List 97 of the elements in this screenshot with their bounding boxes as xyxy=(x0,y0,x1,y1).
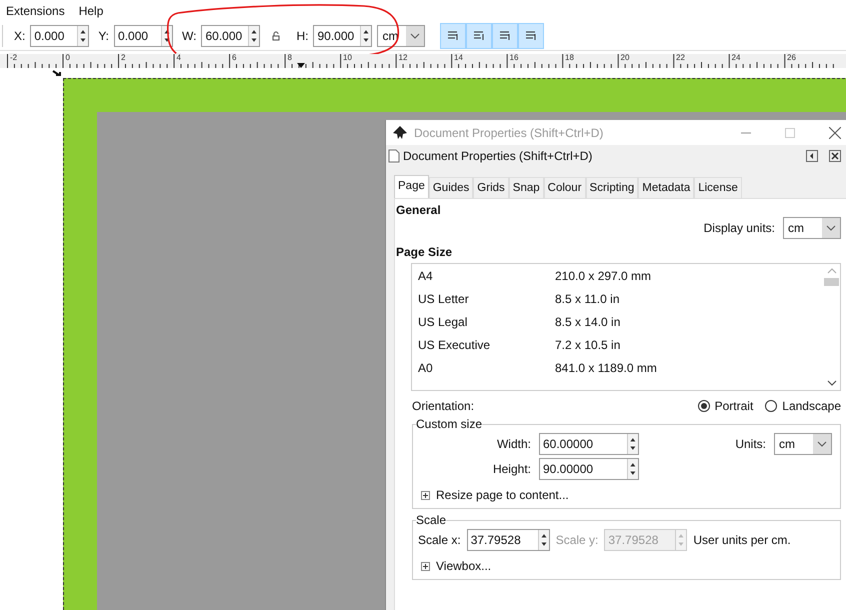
spinner-arrows-icon[interactable] xyxy=(627,459,638,479)
scrollbar-thumb[interactable] xyxy=(824,278,839,286)
number-field[interactable]: 37.79528 xyxy=(466,529,550,551)
units-dropdown[interactable]: cm xyxy=(774,433,832,455)
number-field[interactable]: 60.000 xyxy=(201,25,260,47)
number-field[interactable]: 0.000 xyxy=(30,25,90,47)
ruler-label: 0 xyxy=(64,53,70,62)
expander[interactable]: Resize page to content... xyxy=(421,488,832,502)
align-lines-icon xyxy=(525,31,538,41)
field-label: Height: xyxy=(492,462,531,476)
list-item-size: 210.0 x 297.0 mm xyxy=(555,268,652,282)
app-logo-icon xyxy=(392,124,408,140)
radio-button[interactable] xyxy=(765,400,778,412)
list-item-size: 8.5 x 11.0 in xyxy=(555,292,620,306)
list-item[interactable]: US Letter xyxy=(418,292,555,306)
ruler-label: 26 xyxy=(786,53,796,62)
ruler-label: 10 xyxy=(342,53,352,62)
ruler-label: 16 xyxy=(508,53,518,62)
tab[interactable]: Metadata xyxy=(638,177,694,198)
number-field[interactable]: 90.00000 xyxy=(539,458,639,480)
tab[interactable]: Page xyxy=(394,175,429,198)
position-marker-icon xyxy=(297,63,305,68)
field-label: X: xyxy=(14,29,26,43)
snap-toggle-button[interactable] xyxy=(466,23,492,49)
align-lines-icon xyxy=(447,31,460,41)
ruler-label: 22 xyxy=(675,53,685,62)
list-item-size: 841.0 x 1189.0 mm xyxy=(555,360,657,374)
close-icon[interactable] xyxy=(829,126,841,138)
number-field[interactable]: 90.000 xyxy=(313,25,372,47)
list-item[interactable]: A4 xyxy=(418,268,555,282)
group-title: Scale xyxy=(416,513,446,527)
ruler-label: 8 xyxy=(286,53,292,62)
ruler-label: 12 xyxy=(398,53,408,62)
align-lines-icon xyxy=(473,31,486,41)
resize-arrow-icon xyxy=(52,70,62,78)
snap-toggle-button[interactable] xyxy=(440,23,466,49)
list-item[interactable]: A0 xyxy=(418,360,555,374)
radio-option[interactable]: Landscape xyxy=(765,399,841,413)
field-label: W: xyxy=(182,29,196,43)
spinner-arrows-icon[interactable] xyxy=(538,530,549,550)
spinner-arrows-icon[interactable] xyxy=(627,434,638,454)
section-heading: Page Size xyxy=(395,245,454,259)
ruler-label: 4 xyxy=(176,53,181,62)
ruler-label: 14 xyxy=(453,53,463,62)
spinner-arrows-icon[interactable] xyxy=(360,26,372,46)
radio-option[interactable]: Portrait xyxy=(698,399,754,413)
plus-box-icon xyxy=(421,490,430,500)
chevron-down-icon xyxy=(817,441,827,447)
field-label: Scale y: xyxy=(556,533,598,547)
units-note: User units per cm. xyxy=(693,533,791,547)
display-units-dropdown[interactable]: cm xyxy=(783,217,841,239)
expander[interactable]: Viewbox... xyxy=(421,559,832,573)
lock-icon[interactable] xyxy=(271,31,282,41)
ruler-label: 2 xyxy=(120,53,126,62)
spinner-arrows-icon[interactable] xyxy=(77,26,88,46)
tab[interactable]: Grids xyxy=(473,177,509,198)
list-item-size: 7.2 x 10.5 in xyxy=(555,338,620,352)
chevron-down-icon xyxy=(826,225,836,231)
tab[interactable]: License xyxy=(694,177,742,198)
radio-button[interactable] xyxy=(698,400,710,412)
panel-title: Document Properties (Shift+Ctrl+D) xyxy=(403,149,594,163)
close-icon[interactable] xyxy=(829,150,841,162)
tab[interactable]: Scripting xyxy=(586,177,638,198)
field-label: Width: xyxy=(496,437,531,451)
group-title: Custom size xyxy=(416,417,482,431)
field-label: Display units: xyxy=(704,221,775,235)
menu-item[interactable]: Extensions xyxy=(6,4,65,18)
field-label: Scale x: xyxy=(418,533,461,547)
snap-toggle-button[interactable] xyxy=(492,23,518,49)
menu-item[interactable]: Help xyxy=(78,4,104,18)
chevron-down-icon[interactable] xyxy=(826,380,836,386)
section-heading: General xyxy=(395,203,442,217)
window-title: Document Properties (Shift+Ctrl+D) xyxy=(414,126,604,140)
field-label: Units: xyxy=(734,437,766,451)
field-label: H: xyxy=(296,29,308,43)
spinner-arrows-icon[interactable] xyxy=(248,26,260,46)
list-item[interactable]: US Legal xyxy=(418,314,555,328)
field-label: Y: xyxy=(98,29,110,43)
collapse-icon[interactable] xyxy=(806,150,818,162)
tab[interactable]: Colour xyxy=(544,177,586,198)
list-item-size: 8.5 x 14.0 in xyxy=(555,314,620,328)
ruler-label: 18 xyxy=(564,53,574,62)
tab[interactable]: Guides xyxy=(428,177,474,198)
chevron-down-icon xyxy=(410,33,420,39)
number-field[interactable]: 60.00000 xyxy=(539,433,639,455)
tab[interactable]: Snap xyxy=(508,177,544,198)
ruler-label: 20 xyxy=(620,53,630,62)
number-field[interactable]: 0.000 xyxy=(114,25,174,47)
field-label: Orientation: xyxy=(412,399,474,413)
ruler-label: 6 xyxy=(231,53,236,62)
list-item[interactable]: US Executive xyxy=(418,338,555,352)
plus-box-icon xyxy=(421,562,430,570)
snap-toggle-button[interactable] xyxy=(518,23,544,49)
document-icon xyxy=(388,149,400,163)
ruler-label: 24 xyxy=(730,53,740,62)
align-lines-icon xyxy=(499,31,512,41)
ruler-label: -2 xyxy=(9,53,18,62)
